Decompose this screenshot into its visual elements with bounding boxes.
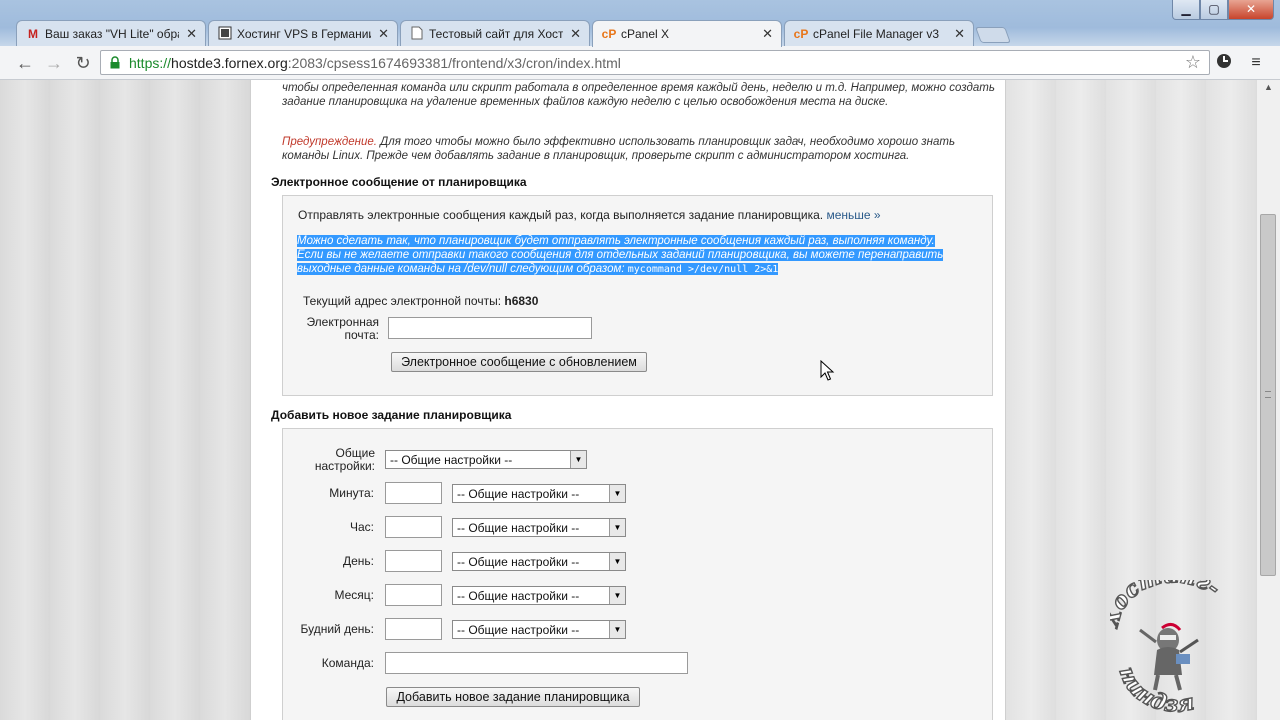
command-input[interactable] bbox=[385, 652, 688, 674]
window-close-button[interactable]: ✕ bbox=[1228, 0, 1274, 20]
back-arrow-icon[interactable]: ← bbox=[14, 52, 36, 74]
site-icon bbox=[217, 26, 233, 42]
hosting-ninja-watermark: Хостинг- ниндзя bbox=[1097, 562, 1235, 719]
command-label: Команда: bbox=[321, 656, 374, 670]
weekday-select-value: -- Общие настройки -- bbox=[457, 623, 580, 637]
minute-select-value: -- Общие настройки -- bbox=[457, 487, 580, 501]
day-input[interactable] bbox=[385, 550, 442, 572]
tab-cpanel-x[interactable]: cP cPanel X ✕ bbox=[592, 20, 782, 47]
forward-arrow-icon[interactable]: → bbox=[43, 52, 65, 74]
selected-details-text: Можно сделать так, что планировщик будет… bbox=[297, 234, 987, 277]
menu-icon[interactable]: ≡ bbox=[1246, 53, 1266, 73]
email-section-title: Электронное сообщение от планировщика bbox=[271, 175, 527, 189]
add-cron-job-button[interactable]: Добавить новое задание планировщика bbox=[386, 687, 640, 707]
details-line-1: Можно сделать так, что планировщик будет… bbox=[297, 235, 935, 247]
dropdown-arrow-icon: ▼ bbox=[609, 485, 625, 502]
email-description: Отправлять электронные сообщения каждый … bbox=[298, 208, 881, 222]
address-bar[interactable]: https://hostde3.fornex.org:2083/cpsess16… bbox=[100, 50, 1210, 75]
gmail-icon: M bbox=[28, 27, 38, 41]
close-icon[interactable]: ✕ bbox=[762, 26, 773, 42]
hour-select-value: -- Общие настройки -- bbox=[457, 521, 580, 535]
month-select[interactable]: -- Общие настройки -- ▼ bbox=[452, 586, 626, 605]
weekday-label: Будний день: bbox=[300, 622, 374, 636]
minimize-button[interactable]: ▁ bbox=[1172, 0, 1200, 20]
dropdown-arrow-icon: ▼ bbox=[609, 553, 625, 570]
details-line-2: Если вы не желаете отправки такого сообщ… bbox=[297, 249, 944, 261]
reload-icon[interactable]: ↻ bbox=[72, 52, 94, 74]
extension-clock-icon[interactable] bbox=[1214, 53, 1234, 73]
tab-title: Хостинг VPS в Германии bbox=[237, 27, 371, 41]
page-background-left bbox=[0, 80, 250, 720]
tab-cpanel-file-manager[interactable]: cP cPanel File Manager v3 ✕ bbox=[784, 20, 974, 46]
tab-test-site[interactable]: Тестовый сайт для Хости ✕ bbox=[400, 20, 590, 46]
minute-input[interactable] bbox=[385, 482, 442, 504]
details-line-3: выходные данные команды на /dev/null сле… bbox=[297, 263, 625, 275]
tab-gmail-order[interactable]: M Ваш заказ "VH Lite" обра ✕ bbox=[16, 20, 206, 46]
day-label: День: bbox=[342, 554, 374, 568]
update-email-button[interactable]: Электронное сообщение с обновлением bbox=[391, 352, 647, 372]
common-settings-select[interactable]: -- Общие настройки -- ▼ bbox=[385, 450, 587, 469]
dropdown-arrow-icon: ▼ bbox=[570, 451, 586, 468]
browser-toolbar: ← → ↻ https://hostde3.fornex.org:2083/cp… bbox=[0, 46, 1280, 80]
scroll-up-arrow-icon[interactable]: ▲ bbox=[1264, 82, 1273, 92]
tab-title: Тестовый сайт для Хости bbox=[429, 27, 563, 41]
warning-label: Предупреждение. bbox=[282, 136, 377, 148]
warning-text: Для того чтобы можно было эффективно исп… bbox=[282, 136, 955, 162]
maximize-button[interactable]: ▢ bbox=[1200, 0, 1228, 20]
intro-paragraph: чтобы определенная команда или скрипт ра… bbox=[282, 82, 995, 108]
new-tab-button[interactable] bbox=[975, 27, 1011, 43]
vertical-scrollbar[interactable]: ▲ bbox=[1256, 80, 1280, 720]
hour-label: Час: bbox=[349, 520, 374, 534]
tab-vps-hosting[interactable]: Хостинг VPS в Германии ✕ bbox=[208, 20, 398, 46]
tab-title: Ваш заказ "VH Lite" обра bbox=[45, 27, 179, 41]
url-scheme: https:// bbox=[129, 55, 172, 71]
email-field[interactable] bbox=[388, 317, 592, 339]
warning-paragraph: Предупреждение. Для того чтобы можно был… bbox=[282, 135, 997, 163]
minute-select[interactable]: -- Общие настройки -- ▼ bbox=[452, 484, 626, 503]
common-settings-label: Общие настройки: bbox=[314, 446, 375, 473]
details-code: mycommand >/dev/null 2>&1 bbox=[627, 264, 779, 275]
hour-select[interactable]: -- Общие настройки -- ▼ bbox=[452, 518, 626, 537]
day-select-value: -- Общие настройки -- bbox=[457, 555, 580, 569]
minute-label: Минута: bbox=[329, 486, 374, 500]
weekday-select[interactable]: -- Общие настройки -- ▼ bbox=[452, 620, 626, 639]
current-email-value: h6830 bbox=[504, 294, 539, 308]
cron-section-title: Добавить новое задание планировщика bbox=[271, 408, 512, 422]
current-email-label: Текущий адрес электронной почты: bbox=[303, 294, 502, 308]
page-icon bbox=[409, 26, 425, 42]
url-host: hostde3.fornex.org bbox=[171, 55, 288, 71]
tab-title: cPanel X bbox=[621, 27, 670, 41]
close-icon[interactable]: ✕ bbox=[378, 26, 389, 42]
day-select[interactable]: -- Общие настройки -- ▼ bbox=[452, 552, 626, 571]
cpanel-icon: cP bbox=[793, 27, 809, 41]
hour-input[interactable] bbox=[385, 516, 442, 538]
scrollbar-thumb[interactable] bbox=[1260, 214, 1276, 576]
ninja-logo-icon: Хостинг- ниндзя bbox=[1097, 562, 1226, 719]
mouse-cursor-icon bbox=[820, 360, 835, 381]
dropdown-arrow-icon: ▼ bbox=[609, 621, 625, 638]
dropdown-arrow-icon: ▼ bbox=[609, 587, 625, 604]
close-icon[interactable]: ✕ bbox=[954, 26, 965, 42]
tab-title: cPanel File Manager v3 bbox=[813, 27, 940, 41]
weekday-input[interactable] bbox=[385, 618, 442, 640]
url-path: :2083/cpsess1674693381/frontend/x3/cron/… bbox=[287, 55, 621, 71]
cpanel-icon: cP bbox=[601, 27, 617, 41]
less-link[interactable]: меньше » bbox=[826, 208, 880, 222]
cron-panel bbox=[282, 428, 993, 720]
close-icon[interactable]: ✕ bbox=[570, 26, 581, 42]
email-field-label: Электронная почта: bbox=[306, 315, 379, 342]
month-input[interactable] bbox=[385, 584, 442, 606]
month-label: Месяц: bbox=[334, 588, 374, 602]
close-icon[interactable]: ✕ bbox=[186, 26, 197, 42]
current-email-row: Текущий адрес электронной почты: h6830 bbox=[303, 294, 538, 308]
lock-icon bbox=[110, 56, 120, 69]
common-settings-value: -- Общие настройки -- bbox=[390, 453, 513, 467]
dropdown-arrow-icon: ▼ bbox=[609, 519, 625, 536]
bookmark-star-icon[interactable]: ☆ bbox=[1185, 52, 1201, 73]
month-select-value: -- Общие настройки -- bbox=[457, 589, 580, 603]
scrollbar-grip-icon bbox=[1265, 391, 1271, 398]
browser-title-bar: M Ваш заказ "VH Lite" обра ✕ Хостинг VPS… bbox=[0, 0, 1280, 47]
email-description-text: Отправлять электронные сообщения каждый … bbox=[298, 208, 824, 222]
